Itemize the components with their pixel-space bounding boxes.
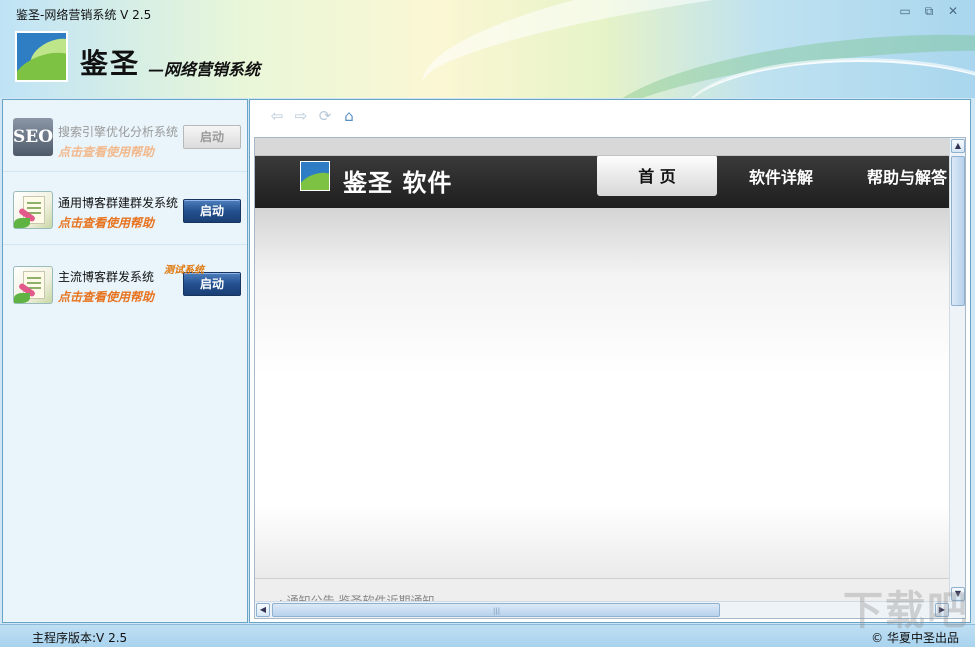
tool-help-link[interactable]: 点击查看使用帮助 [58, 214, 154, 231]
tool-item-blog-mainstream: 主流博客群发系统 点击查看使用帮助 启动 [3, 248, 247, 320]
scroll-thumb[interactable] [951, 156, 965, 306]
vertical-scrollbar[interactable]: ▲ ▼ [949, 138, 965, 602]
window-title: 鉴圣-网络营销系统 V 2.5 [16, 8, 152, 22]
tool-panel: SEO 搜索引擎优化分析系统 点击查看使用帮助 启动 通用博客群建群发系统 点击… [2, 99, 248, 623]
brand-title: 鉴圣 [80, 47, 141, 80]
status-bar: 主程序版本:V 2.5 © 华夏中圣出品 [0, 624, 975, 647]
site-name: 鉴圣 软件 [343, 169, 453, 197]
tab-home[interactable]: 首 页 [597, 156, 717, 196]
refresh-icon[interactable]: ⟳ [316, 108, 334, 124]
scroll-up-icon[interactable]: ▲ [951, 139, 965, 153]
web-view: 鉴圣 软件 首 页 软件详解 帮助与解答 · 通知公告 鉴圣软件近期通知 ▲ ▼… [254, 137, 966, 619]
start-button[interactable]: 启动 [183, 199, 241, 223]
watermark-logo: 下载吧 [843, 588, 969, 634]
tool-help-link[interactable]: 点击查看使用帮助 [58, 143, 154, 160]
app-logo [15, 31, 68, 82]
site-logo [300, 161, 330, 191]
tool-name: 搜索引擎优化分析系统 [58, 125, 179, 139]
start-button[interactable]: 启动 [183, 125, 241, 149]
tool-help-link[interactable]: 点击查看使用帮助 [58, 288, 154, 305]
blog-icon [13, 191, 53, 229]
minimize-icon[interactable]: ▭ [897, 4, 913, 18]
forward-arrow-icon[interactable]: ⇨ [292, 108, 310, 124]
blog-icon [13, 266, 53, 304]
tool-name: 通用博客群建群发系统 [58, 196, 179, 210]
test-system-badge: 测试系统 [164, 265, 204, 276]
scroll-thumb[interactable]: ||| [272, 603, 720, 617]
close-icon[interactable]: ✕ [945, 4, 961, 18]
tab-software-details[interactable]: 软件详解 [749, 156, 813, 208]
browser-panel: ⇦ ⇨ ⟳ ⌂ 鉴圣 软件 首 页 软件详解 帮助与解答 · 通知公告 鉴圣软件… [249, 99, 971, 623]
tab-help[interactable]: 帮助与解答 [867, 156, 947, 208]
page-top-strip [255, 138, 951, 156]
page-content [255, 208, 951, 578]
version-label: 主程序版本:V 2.5 [32, 631, 128, 645]
browser-nav: ⇦ ⇨ ⟳ ⌂ [268, 108, 358, 124]
home-icon[interactable]: ⌂ [340, 108, 358, 124]
back-arrow-icon[interactable]: ⇦ [268, 108, 286, 124]
tool-name: 主流博客群发系统 [58, 270, 155, 284]
tool-item-seo: SEO 搜索引擎优化分析系统 点击查看使用帮助 启动 [3, 100, 247, 172]
seo-icon: SEO [13, 118, 53, 156]
site-header: 鉴圣 软件 首 页 软件详解 帮助与解答 [255, 156, 951, 208]
app-banner: 鉴圣-网络营销系统 V 2.5 ▭ ⧉ ✕ 鉴圣 —网络营销系统 [0, 0, 975, 98]
brand-subtitle: —网络营销系统 [148, 60, 261, 79]
window-controls: ▭ ⧉ ✕ [897, 4, 961, 18]
restore-icon[interactable]: ⧉ [921, 4, 937, 18]
scroll-left-icon[interactable]: ◀ [256, 603, 270, 617]
tool-item-blog-group: 通用博客群建群发系统 点击查看使用帮助 启动 [3, 173, 247, 245]
